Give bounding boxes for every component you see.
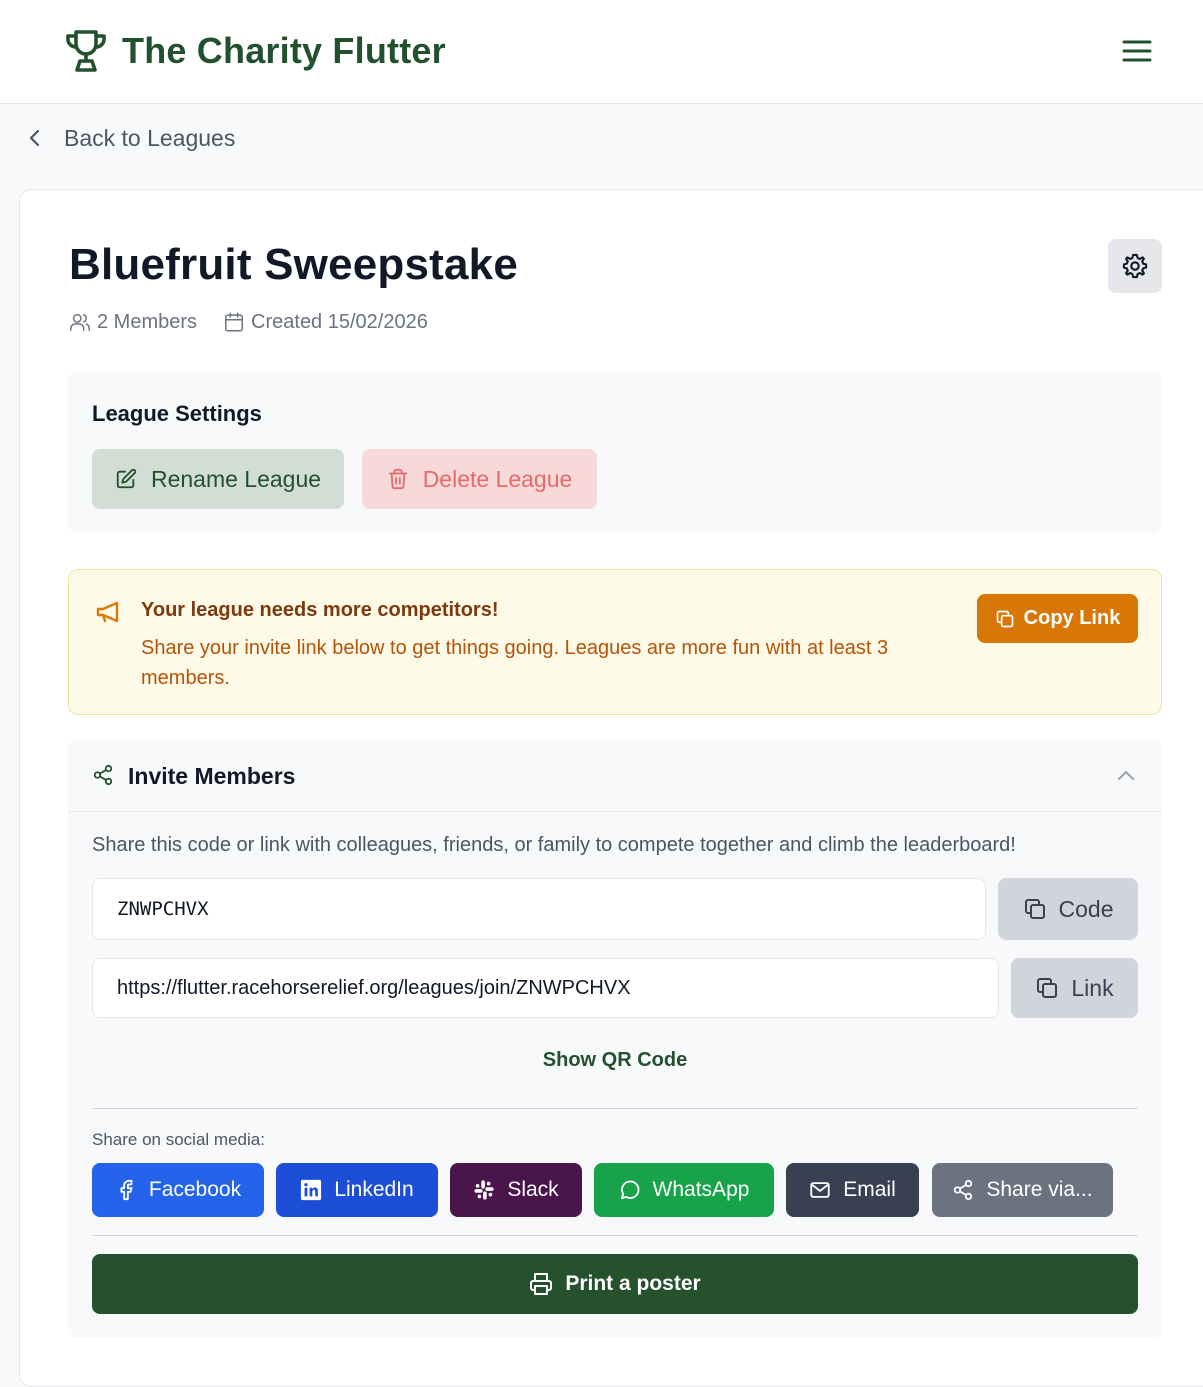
users-icon [70,313,90,331]
created-date-text: Created 15/02/2026 [251,310,428,333]
print-poster-button[interactable]: Print a poster [92,1254,1138,1314]
divider [92,1235,1138,1236]
edit-icon [116,468,137,489]
share-facebook-button[interactable]: Facebook [92,1163,264,1217]
brand[interactable]: The Charity Flutter [64,28,446,74]
page-title: Bluefruit Sweepstake [69,240,519,289]
invite-members-heading: Invite Members [128,763,296,789]
share-email-button[interactable]: Email [786,1163,919,1217]
trash-icon [388,468,407,490]
alert-message: Share your invite link below to get thin… [141,637,889,689]
delete-league-button[interactable]: Delete League [362,449,597,509]
share-linkedin-button[interactable]: LinkedIn [276,1163,438,1217]
share-via-button[interactable]: Share via... [932,1163,1113,1217]
linkedin-icon [301,1179,322,1201]
trophy-icon [66,30,106,72]
facebook-icon [120,1179,133,1201]
back-label: Back to Leagues [64,124,236,151]
share-slack-button[interactable]: Slack [450,1163,582,1217]
chevron-left-icon [29,129,40,147]
copy-link-label: Copy Link [1023,607,1121,629]
invite-members-toggle[interactable]: Invite Members [68,739,1162,812]
share-via-label: Share via... [986,1178,1093,1201]
created-date: Created 15/02/2026 [223,311,428,334]
league-settings-button[interactable] [1108,239,1162,293]
slack-label: Slack [507,1178,559,1201]
share-icon [93,764,113,786]
show-qr-code-button[interactable]: Show QR Code [68,1049,1162,1072]
copy-invite-link-button[interactable]: Link [1011,958,1138,1018]
league-settings-heading: League Settings [92,401,262,426]
copy-code-button[interactable]: Code [998,878,1138,940]
share-whatsapp-button[interactable]: WhatsApp [594,1163,774,1217]
copy-icon [1037,978,1058,998]
linkedin-label: LinkedIn [334,1178,414,1201]
printer-icon [530,1273,553,1295]
print-poster-label: Print a poster [565,1272,701,1295]
chevron-up-icon [1118,771,1134,780]
invite-link-value: https://flutter.racehorserelief.org/leag… [117,976,631,999]
invite-link-field[interactable]: https://flutter.racehorserelief.org/leag… [92,958,999,1018]
facebook-label: Facebook [148,1178,242,1201]
league-settings-panel: League Settings Rename League Delete Lea… [68,371,1162,533]
invite-members-panel: Invite Members Share this code or link w… [68,739,1162,1338]
whatsapp-icon [620,1180,639,1200]
megaphone-icon [96,601,119,623]
copy-icon [996,610,1013,627]
slack-icon [474,1180,494,1200]
share-icon [954,1179,973,1201]
gear-icon [1122,253,1148,279]
invite-code-field[interactable]: ZNWPCHVX [92,878,986,940]
mail-icon [810,1182,830,1198]
copy-link-button[interactable]: Copy Link [977,594,1138,643]
copy-invite-link-label: Link [1071,974,1114,1001]
member-count-text: 2 Members [97,310,198,333]
brand-name: The Charity Flutter [122,30,446,71]
hamburger-menu-icon [1122,40,1152,62]
invite-description: Share this code or link with colleagues,… [92,834,1016,856]
alert-title: Your league needs more competitors! [141,599,499,621]
rename-league-button[interactable]: Rename League [92,449,344,509]
league-meta: 2 Members Created 15/02/2026 [69,308,428,336]
copy-code-label: Code [1058,895,1114,922]
menu-button[interactable] [1118,34,1156,68]
invite-code-value: ZNWPCHVX [117,898,209,920]
member-count: 2 Members [69,311,197,334]
rename-league-label: Rename League [150,465,322,492]
more-competitors-alert: Your league needs more competitors! Shar… [68,569,1162,715]
divider [92,1108,1138,1109]
copy-icon [1024,899,1045,919]
calendar-icon [225,312,244,332]
whatsapp-label: WhatsApp [652,1178,750,1201]
email-label: Email [843,1178,896,1201]
top-bar: The Charity Flutter [0,0,1203,104]
social-share-label: Share on social media: [92,1130,265,1149]
back-to-leagues-link[interactable]: Back to Leagues [26,120,235,156]
delete-league-label: Delete League [422,465,573,492]
